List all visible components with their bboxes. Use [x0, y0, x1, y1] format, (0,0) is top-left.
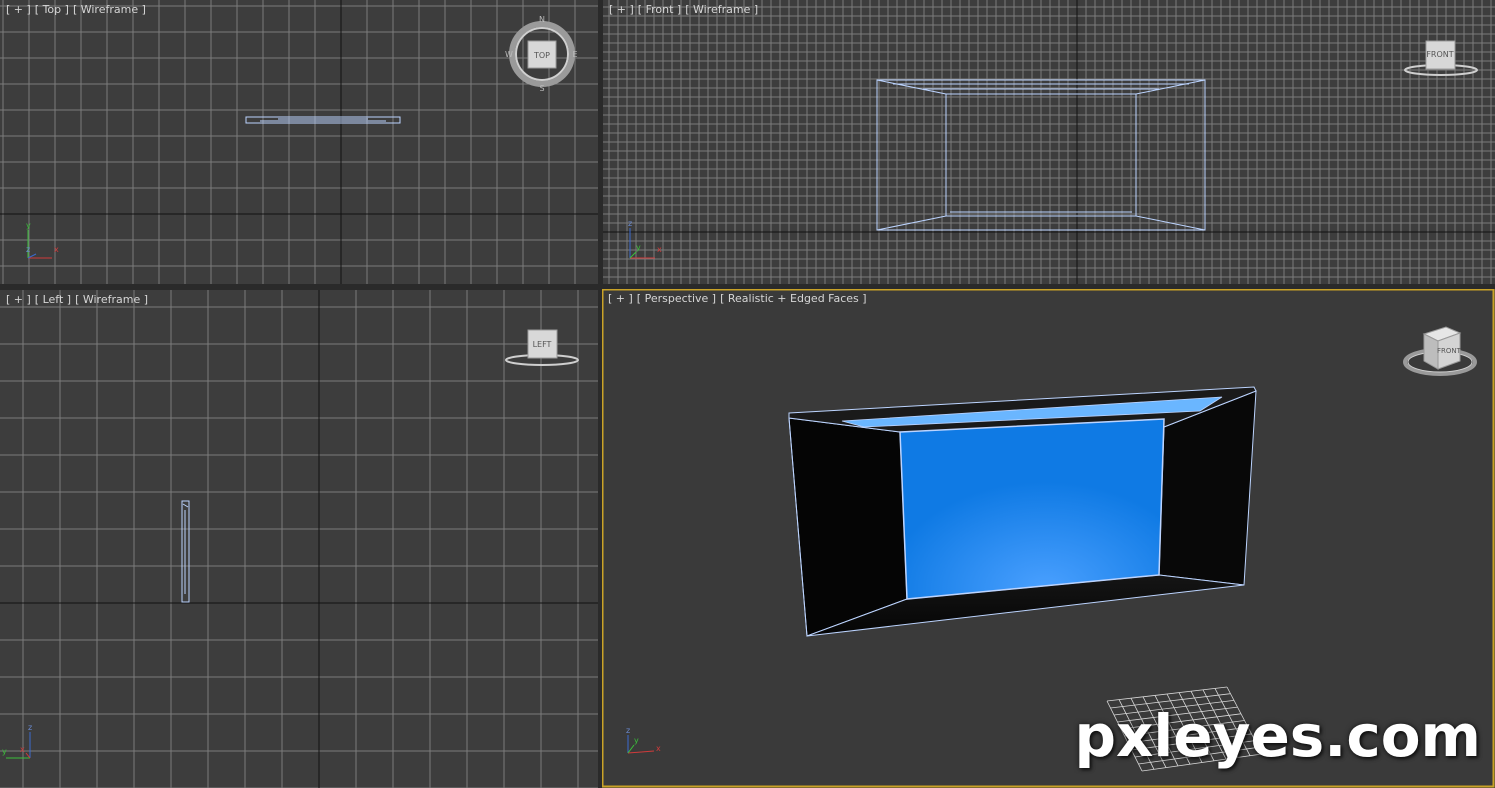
compass-s: S — [539, 84, 544, 93]
axis-label: y — [636, 243, 641, 252]
viewport-view-menu[interactable]: [ Perspective ] — [637, 292, 716, 305]
viewport-top-canvas[interactable]: TOP N E S W y z x — [0, 0, 598, 284]
axis-label: y — [2, 747, 7, 756]
viewport-top-label[interactable]: [ + ] [ Top ] [ Wireframe ] — [6, 3, 150, 16]
axis-label: x — [657, 245, 662, 254]
compass-n: N — [539, 15, 545, 24]
viewport-layout: TOP N E S W y z x [ + ] [ Top ] [ Wirefram… — [0, 0, 1495, 788]
viewport-perspective-label[interactable]: [ + ] [ Perspective ] [ Realistic + Edged … — [608, 292, 871, 305]
axis-label: z — [26, 245, 30, 254]
viewport-shading-menu[interactable]: [ Wireframe ] — [685, 3, 758, 16]
compass-w: W — [505, 50, 513, 59]
viewport-shading-menu[interactable]: [ Wireframe ] — [73, 3, 146, 16]
viewport-menu-plus[interactable]: [ + ] — [6, 3, 31, 16]
viewport-view-menu[interactable]: [ Left ] — [35, 293, 71, 306]
axis-label: x — [656, 744, 661, 753]
viewport-shading-menu[interactable]: [ Realistic + Edged Faces ] — [720, 292, 866, 305]
axis-label: z — [28, 723, 32, 732]
viewport-front[interactable]: FRONT z y x [ + ] [ Front ] [ Wireframe ] — [603, 0, 1495, 284]
axis-label: y — [26, 221, 31, 230]
navcube-top-label: TOP — [533, 51, 550, 60]
viewport-front-label[interactable]: [ + ] [ Front ] [ Wireframe ] — [609, 3, 762, 16]
viewport-menu-plus[interactable]: [ + ] — [6, 293, 31, 306]
navcube-left-label: LEFT — [533, 340, 552, 349]
navcube-perspective-label: FRONT — [1437, 347, 1462, 355]
axis-label: y — [634, 736, 639, 745]
viewport-menu-plus[interactable]: [ + ] — [608, 292, 633, 305]
viewport-left-canvas[interactable]: LEFT z x y — [0, 290, 598, 788]
axis-label: x — [54, 245, 59, 254]
viewport-view-menu[interactable]: [ Front ] — [638, 3, 681, 16]
axis-label: z — [626, 726, 630, 735]
viewport-perspective[interactable]: FRONT z y x [ + ] [ Perspective ] [ Realis… — [602, 289, 1495, 788]
viewport-left-label[interactable]: [ + ] [ Left ] [ Wireframe ] — [6, 293, 152, 306]
viewport-view-menu[interactable]: [ Top ] — [35, 3, 69, 16]
viewport-shading-menu[interactable]: [ Wireframe ] — [75, 293, 148, 306]
axis-label: x — [20, 745, 25, 754]
viewport-front-canvas[interactable]: FRONT z y x — [603, 0, 1495, 284]
watermark: pxleyes.com — [1074, 702, 1481, 770]
viewport-top[interactable]: TOP N E S W y z x [ + ] [ Top ] [ Wirefram… — [0, 0, 598, 284]
viewport-left[interactable]: LEFT z x y [ + ] [ Left ] [ Wireframe ] — [0, 290, 598, 788]
navcube-front-label: FRONT — [1426, 50, 1453, 59]
axis-label: z — [628, 219, 632, 228]
viewport-menu-plus[interactable]: [ + ] — [609, 3, 634, 16]
compass-e: E — [572, 50, 577, 59]
